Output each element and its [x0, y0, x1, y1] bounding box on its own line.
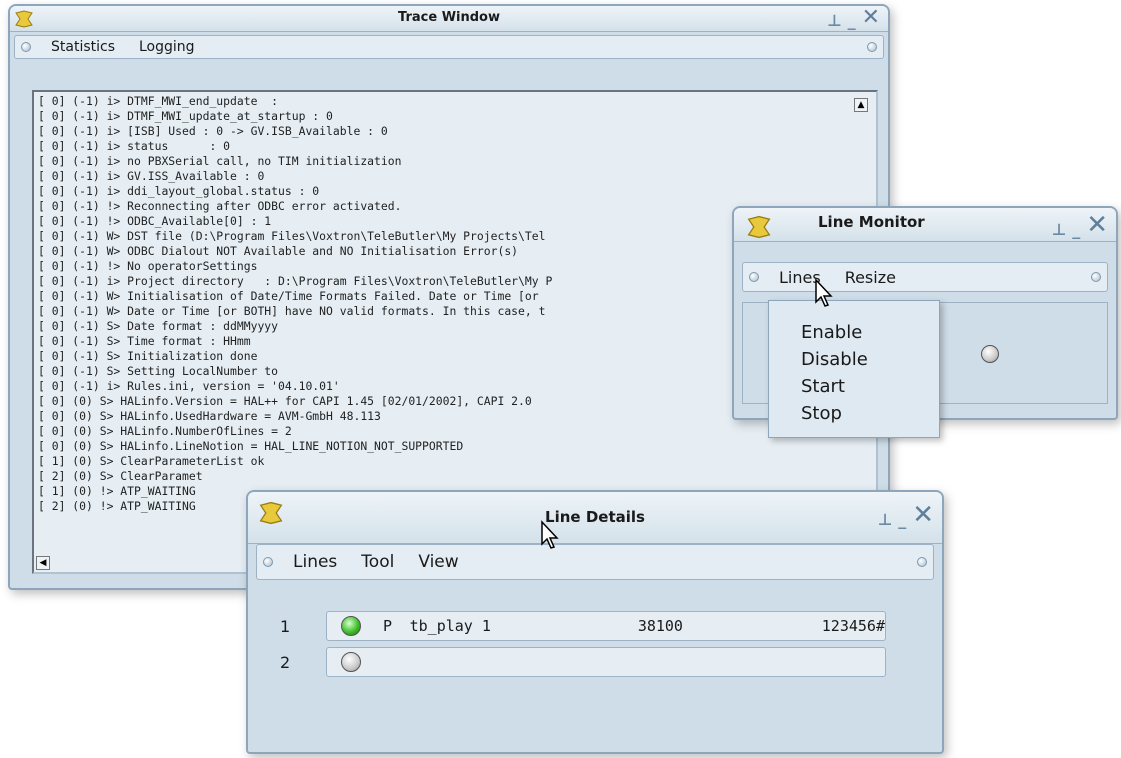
- line-row[interactable]: 1 P tb_play 1 38100 123456#: [266, 610, 926, 642]
- scroll-up-icon[interactable]: ▲: [854, 98, 868, 112]
- log-line: [ 0] (-1) !> Reconnecting after ODBC err…: [38, 199, 402, 213]
- menu-bar: Statistics Logging: [14, 35, 884, 59]
- details-titlebar[interactable]: Line Details ⊥ _ ✕: [248, 492, 942, 544]
- line-status-lamp: [981, 345, 999, 363]
- log-line: [ 0] (-1) W> Date or Time [or BOTH] have…: [38, 304, 546, 318]
- lines-dropdown-menu: Enable Disable Start Stop: [768, 300, 940, 438]
- log-line: [ 0] (-1) i> DTMF_MWI_end_update :: [38, 94, 279, 108]
- log-line: [ 0] (-1) S> Setting LocalNumber to: [38, 364, 279, 378]
- line-code: 38100: [637, 617, 683, 635]
- menu-knob-icon[interactable]: [21, 42, 31, 52]
- log-line: [ 0] (-1) i> status : 0: [38, 139, 231, 153]
- pin-icon[interactable]: ⊥: [878, 512, 893, 528]
- minimize-icon[interactable]: _: [1072, 222, 1080, 238]
- close-icon[interactable]: ✕: [1086, 212, 1108, 238]
- log-line: [ 0] (0) S> HALinfo.UsedHardware = AVM-G…: [38, 409, 381, 423]
- menu-tool[interactable]: Tool: [349, 552, 406, 572]
- mouse-cursor-icon: [541, 520, 559, 549]
- line-details-window: Line Details ⊥ _ ✕ Lines Tool View 1 P t…: [246, 490, 944, 754]
- log-line: [ 0] (-1) !> No operatorSettings: [38, 259, 258, 273]
- pin-icon[interactable]: ⊥: [827, 13, 842, 29]
- log-line: [ 0] (-1) i> [ISB] Used : 0 -> GV.ISB_Av…: [38, 124, 388, 138]
- log-line: [ 0] (-1) i> Rules.ini, version = '04.10…: [38, 379, 340, 393]
- close-icon[interactable]: ✕: [862, 7, 880, 29]
- line-rows: 1 P tb_play 1 38100 123456# 2: [266, 610, 926, 682]
- menu-bar: Lines Tool View: [256, 544, 934, 580]
- log-line: [ 0] (-1) S> Initialization done: [38, 349, 258, 363]
- menu-view[interactable]: View: [406, 552, 470, 572]
- log-line: [ 0] (0) S> HALinfo.NumberOfLines = 2: [38, 424, 292, 438]
- menu-bar: Lines Resize: [742, 262, 1108, 292]
- log-line: [ 0] (-1) S> Time format : HHmm: [38, 334, 251, 348]
- log-line: [ 0] (0) S> HALinfo.Version = HAL++ for …: [38, 394, 532, 408]
- mouse-cursor-icon: [815, 278, 833, 307]
- scroll-left-icon[interactable]: ◀: [36, 556, 50, 570]
- menu-knob-icon[interactable]: [263, 557, 273, 567]
- line-dialed-number: 123456#: [821, 617, 885, 635]
- minimize-icon[interactable]: _: [898, 512, 906, 528]
- close-icon[interactable]: ✕: [912, 502, 934, 528]
- line-monitor-window: Line Monitor ⊥ _ ✕ Lines Resize Enable D…: [732, 206, 1118, 438]
- line-active-led-icon: [341, 616, 361, 636]
- menu-item-start[interactable]: Start: [801, 373, 939, 400]
- monitor-titlebar[interactable]: Line Monitor ⊥ _ ✕: [734, 208, 1116, 242]
- line-name: tb_play 1: [409, 617, 491, 635]
- log-line: [ 0] (-1) i> Project directory : D:\Prog…: [38, 274, 553, 288]
- log-line: [ 0] (-1) W> ODBC Dialout NOT Available …: [38, 244, 519, 258]
- menu-statistics[interactable]: Statistics: [39, 39, 127, 55]
- line-number: 1: [280, 616, 291, 636]
- menu-knob-icon[interactable]: [867, 42, 877, 52]
- line-bar[interactable]: [326, 647, 886, 677]
- window-title: Trace Window: [398, 10, 500, 25]
- line-idle-led-icon: [341, 652, 361, 672]
- line-row[interactable]: 2: [266, 646, 926, 678]
- log-line: [ 2] (0) S> ClearParamet: [38, 469, 203, 483]
- log-line: [ 0] (-1) i> DTMF_MWI_update_at_startup …: [38, 109, 333, 123]
- menu-lines[interactable]: Lines: [281, 552, 349, 572]
- log-line: [ 0] (-1) i> GV.ISS_Available : 0: [38, 169, 265, 183]
- log-line: [ 0] (-1) !> ODBC_Available[0] : 1: [38, 214, 272, 228]
- menu-item-enable[interactable]: Enable: [801, 319, 939, 346]
- trace-titlebar[interactable]: Trace Window ⊥ _ ✕: [10, 6, 888, 32]
- log-line: [ 0] (-1) i> no PBXSerial call, no TIM i…: [38, 154, 402, 168]
- log-lines: [ 0] (-1) i> DTMF_MWI_end_update :[ 0] (…: [38, 94, 552, 514]
- log-line: [ 0] (-1) S> Date format : ddMMyyyy: [38, 319, 279, 333]
- line-bar[interactable]: P tb_play 1 38100 123456#: [326, 611, 886, 641]
- menu-knob-icon[interactable]: [917, 557, 927, 567]
- menu-logging[interactable]: Logging: [127, 39, 207, 55]
- menu-knob-icon[interactable]: [749, 272, 759, 282]
- menu-item-stop[interactable]: Stop: [801, 400, 939, 427]
- pin-icon[interactable]: ⊥: [1052, 222, 1067, 238]
- log-line: [ 0] (-1) W> Initialisation of Date/Time…: [38, 289, 539, 303]
- log-line: [ 0] (-1) i> ddi_layout_global.status : …: [38, 184, 320, 198]
- minimize-icon[interactable]: _: [848, 13, 856, 29]
- menu-resize[interactable]: Resize: [833, 268, 908, 287]
- window-title: Line Details: [545, 508, 645, 526]
- menu-item-disable[interactable]: Disable: [801, 346, 939, 373]
- log-line: [ 0] (0) S> HALinfo.LineNotion = HAL_LIN…: [38, 439, 464, 453]
- log-line: [ 1] (0) S> ClearParameterList ok: [38, 454, 265, 468]
- line-number: 2: [280, 652, 291, 672]
- line-mode: P: [383, 617, 393, 635]
- menu-knob-icon[interactable]: [1091, 272, 1101, 282]
- log-line: [ 0] (-1) W> DST file (D:\Program Files\…: [38, 229, 546, 243]
